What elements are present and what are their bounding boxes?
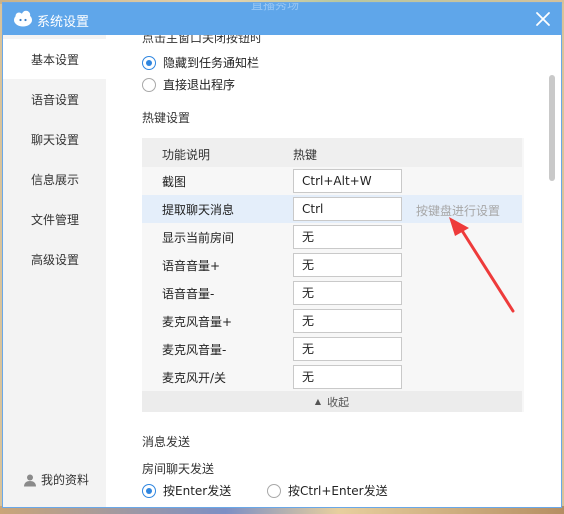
radio-label: 隐藏到任务通知栏 bbox=[163, 56, 260, 70]
background-peek-text: 直播秀场 bbox=[251, 2, 300, 12]
hotkey-input[interactable]: 无 bbox=[293, 337, 402, 361]
radio-label: 按Ctrl+Enter发送 bbox=[288, 484, 388, 498]
table-row: 显示当前房间 无 bbox=[142, 223, 522, 251]
collapse-button[interactable]: ▲ 收起 bbox=[142, 391, 522, 412]
table-row: 麦克风开/关 无 bbox=[142, 363, 522, 391]
table-row: 截图 Ctrl+Alt+W bbox=[142, 167, 522, 195]
hotkey-function-label: 截图 bbox=[162, 175, 187, 189]
hotkey-input[interactable]: Ctrl bbox=[293, 197, 402, 221]
cloud-mascot-icon bbox=[13, 10, 33, 27]
hotkey-input[interactable]: 无 bbox=[293, 309, 402, 333]
hotkey-function-label: 提取聊天消息 bbox=[162, 203, 235, 217]
table-header: 功能说明 热键 bbox=[142, 138, 522, 167]
my-profile-label: 我的资料 bbox=[41, 473, 90, 487]
sidebar-item-label: 聊天设置 bbox=[31, 132, 80, 147]
hotkey-table: 功能说明 热键 截图 Ctrl+Alt+W 提取聊天消息 Ctrl 按键盘进行设… bbox=[142, 138, 524, 412]
sidebar-item-chat[interactable]: 聊天设置 bbox=[3, 119, 106, 159]
sidebar-item-basic[interactable]: 基本设置 bbox=[3, 39, 106, 79]
radio-button[interactable] bbox=[142, 77, 156, 92]
column-header-function: 功能说明 bbox=[162, 148, 211, 162]
my-profile-link[interactable]: 我的资料 bbox=[23, 471, 89, 488]
table-row: 语音音量- 无 bbox=[142, 279, 522, 307]
hotkey-section-title: 热键设置 bbox=[142, 111, 191, 125]
hotkey-input[interactable]: 无 bbox=[293, 253, 402, 277]
hotkey-function-label: 麦克风音量+ bbox=[162, 315, 233, 329]
radio-send-enter[interactable]: 按Enter发送 bbox=[142, 482, 231, 499]
sidebar-item-info-display[interactable]: 信息展示 bbox=[3, 159, 106, 199]
radio-button-checked[interactable] bbox=[142, 483, 156, 498]
sidebar-item-advanced[interactable]: 高级设置 bbox=[3, 239, 106, 279]
sidebar-item-label: 语音设置 bbox=[31, 92, 80, 107]
message-section-title: 消息发送 bbox=[142, 435, 191, 449]
radio-send-ctrl-enter[interactable]: 按Ctrl+Enter发送 bbox=[267, 482, 388, 499]
hotkey-function-label: 麦克风音量- bbox=[162, 343, 227, 357]
title-bar[interactable]: 直播秀场 系统设置 bbox=[3, 3, 561, 35]
radio-button[interactable] bbox=[267, 483, 281, 498]
hotkey-function-label: 麦克风开/关 bbox=[162, 371, 227, 385]
settings-sidebar: 基本设置 语音设置 聊天设置 信息展示 文件管理 高级设置 我的资料 bbox=[3, 35, 106, 507]
scrollbar-thumb[interactable] bbox=[549, 75, 555, 181]
sidebar-item-label: 基本设置 bbox=[31, 52, 80, 67]
sidebar-item-file-management[interactable]: 文件管理 bbox=[3, 199, 106, 239]
close-icon bbox=[536, 12, 550, 26]
hotkey-input[interactable]: Ctrl+Alt+W bbox=[293, 169, 402, 193]
collapse-label: 收起 bbox=[327, 395, 350, 409]
table-row: 提取聊天消息 Ctrl 按键盘进行设置 bbox=[142, 195, 522, 223]
radio-label: 直接退出程序 bbox=[163, 78, 236, 92]
table-row: 麦克风音量- 无 bbox=[142, 335, 522, 363]
room-chat-label: 房间聊天发送 bbox=[142, 462, 215, 476]
column-header-hotkey: 热键 bbox=[293, 148, 318, 162]
radio-label: 按Enter发送 bbox=[163, 484, 232, 498]
hotkey-input[interactable]: 无 bbox=[293, 365, 402, 389]
triangle-up-icon: ▲ bbox=[314, 397, 322, 406]
settings-window: 直播秀场 系统设置 基本设置 语音设置 聊天设置 信息展示 文件管理 高级设置 … bbox=[2, 2, 562, 508]
window-title: 系统设置 bbox=[37, 15, 90, 30]
radio-hide-to-tray[interactable]: 隐藏到任务通知栏 bbox=[142, 54, 259, 71]
hotkey-input[interactable]: 无 bbox=[293, 225, 402, 249]
close-button[interactable] bbox=[531, 7, 555, 31]
radio-exit-program[interactable]: 直接退出程序 bbox=[142, 76, 235, 93]
sidebar-item-label: 文件管理 bbox=[31, 212, 80, 227]
radio-button-checked[interactable] bbox=[142, 55, 156, 70]
sidebar-item-label: 信息展示 bbox=[31, 172, 80, 187]
table-row: 语音音量+ 无 bbox=[142, 251, 522, 279]
user-icon bbox=[24, 474, 36, 486]
hotkey-function-label: 显示当前房间 bbox=[162, 231, 235, 245]
sidebar-item-label: 高级设置 bbox=[31, 252, 80, 267]
hotkey-function-label: 语音音量+ bbox=[162, 259, 221, 273]
hotkey-function-label: 语音音量- bbox=[162, 287, 215, 301]
close-behavior-heading: 点击主窗口关闭按钮时 bbox=[142, 35, 263, 45]
sidebar-item-voice[interactable]: 语音设置 bbox=[3, 79, 106, 119]
table-row: 麦克风音量+ 无 bbox=[142, 307, 522, 335]
hotkey-hint: 按键盘进行设置 bbox=[416, 204, 501, 218]
settings-content: 点击主窗口关闭按钮时 隐藏到任务通知栏 直接退出程序 热键设置 功能说明 热键 … bbox=[106, 35, 561, 507]
hotkey-input[interactable]: 无 bbox=[293, 281, 402, 305]
